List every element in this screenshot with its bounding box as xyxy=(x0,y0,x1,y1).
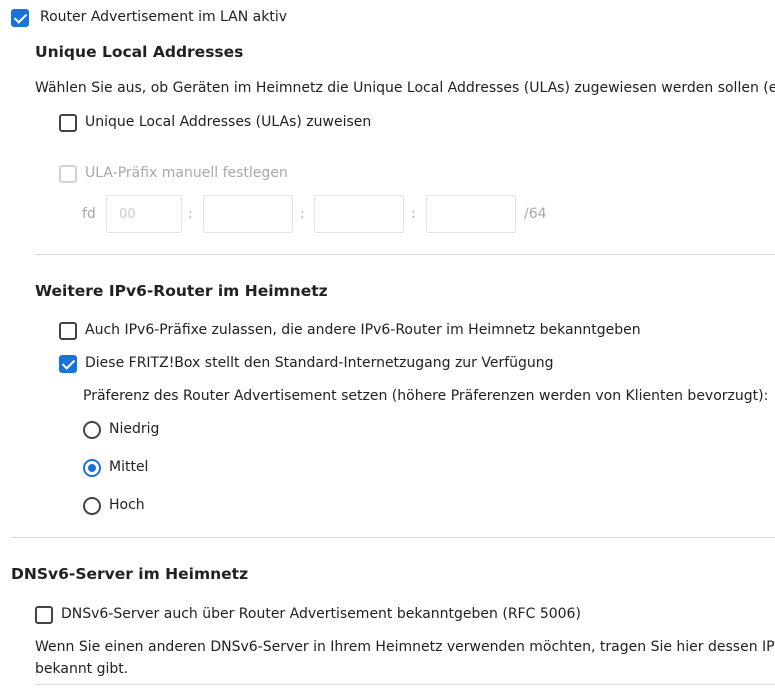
ula-prefix-field-1[interactable] xyxy=(106,195,182,233)
ula-prefix-field-4[interactable] xyxy=(426,195,516,233)
ula-prefix-field-2[interactable] xyxy=(203,195,293,233)
ula-prefix-separator-2: : xyxy=(300,206,305,222)
ula-assign-label[interactable]: Unique Local Addresses (ULAs) zuweisen xyxy=(85,114,371,130)
ula-prefix-separator-1: : xyxy=(188,206,193,222)
section-divider xyxy=(35,254,775,255)
dnsv6-description-line-1: Wenn Sie einen anderen DNSv6-Server in I… xyxy=(35,639,775,655)
preference-label-niedrig[interactable]: Niedrig xyxy=(109,421,159,437)
ula-prefix-lead: fd xyxy=(82,206,96,222)
preference-radio-niedrig[interactable] xyxy=(83,421,101,439)
ula-prefix-suffix: /64 xyxy=(524,206,547,222)
router-advertisement-label[interactable]: Router Advertisement im LAN aktiv xyxy=(40,9,287,25)
ula-description: Wählen Sie aus, ob Geräten im Heimnetz d… xyxy=(35,80,775,96)
default-access-label[interactable]: Diese FRITZ!Box stellt den Standard-Inte… xyxy=(85,355,554,371)
router-advertisement-checkbox[interactable] xyxy=(11,9,29,27)
ula-prefix-field-3[interactable] xyxy=(314,195,404,233)
preference-label-hoch[interactable]: Hoch xyxy=(109,497,145,513)
dnsv6-heading: DNSv6-Server im Heimnetz xyxy=(11,565,249,583)
section-divider xyxy=(11,537,775,538)
ula-assign-checkbox[interactable] xyxy=(59,114,77,132)
section-divider xyxy=(35,684,775,685)
ipv6-routers-heading: Weitere IPv6-Router im Heimnetz xyxy=(35,282,328,300)
ula-manual-prefix-checkbox[interactable] xyxy=(59,165,77,183)
ula-prefix-separator-3: : xyxy=(411,206,416,222)
dnsv6-ra-label[interactable]: DNSv6-Server auch über Router Advertisem… xyxy=(61,606,581,622)
default-access-checkbox[interactable] xyxy=(59,355,77,373)
ula-heading: Unique Local Addresses xyxy=(35,43,244,61)
preference-label-mittel[interactable]: Mittel xyxy=(109,459,148,475)
preference-radio-hoch[interactable] xyxy=(83,497,101,515)
dnsv6-description-line-2: bekannt gibt. xyxy=(35,661,129,677)
ula-manual-prefix-label[interactable]: ULA-Präfix manuell festlegen xyxy=(85,165,288,181)
preference-radio-mittel[interactable] xyxy=(83,459,101,477)
allow-prefixes-checkbox[interactable] xyxy=(59,322,77,340)
allow-prefixes-label[interactable]: Auch IPv6-Präfixe zulassen, die andere I… xyxy=(85,322,641,338)
dnsv6-ra-checkbox[interactable] xyxy=(35,606,53,624)
preference-text: Präferenz des Router Advertisement setze… xyxy=(83,388,769,404)
